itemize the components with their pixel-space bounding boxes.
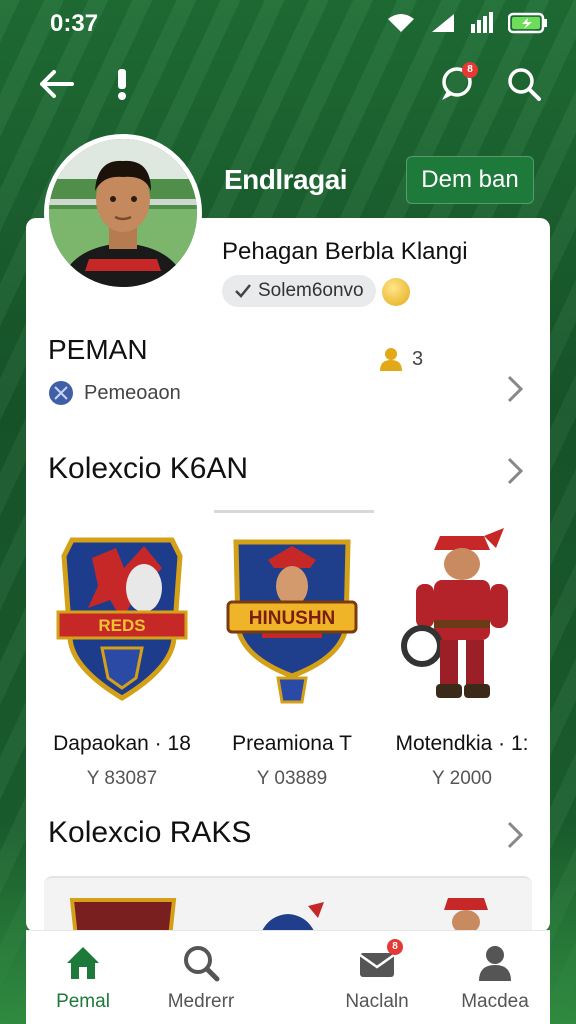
search-icon (508, 68, 541, 101)
crest-banner-text: HINUSHN (249, 608, 336, 629)
item-price: Y 83087 (86, 768, 158, 789)
home-icon (61, 941, 105, 985)
nav-label: Naclaln (345, 991, 409, 1012)
brand-title: Endlragai (224, 164, 348, 195)
check-icon (235, 284, 251, 298)
collection-1-items: REDS Dapaokan · 18 Y 83087 HINUSHN Pream… (26, 518, 550, 808)
item-price: Y 03889 (256, 768, 328, 789)
chat-button[interactable]: 8 (434, 62, 478, 106)
collection-2-header[interactable]: Kolexcio RAKS (26, 808, 550, 868)
arrow-left-icon (40, 70, 74, 98)
person-icon (380, 348, 402, 371)
nav-item-profile[interactable]: Macdea (440, 941, 550, 1013)
item-price: Y 2000 (432, 768, 492, 789)
nav-label: Medrerr (167, 991, 235, 1012)
exclamation-icon (118, 69, 126, 100)
pemain-count: 3 (378, 346, 423, 372)
search-icon (179, 941, 223, 985)
messages-badge: 8 (387, 939, 403, 955)
main-card: Pehagan Berbla Klangi Solem6onvo PEMAN 3… (26, 218, 550, 932)
profile-name: Pehagan Berbla Klangi (222, 238, 468, 265)
chevron-right-icon[interactable] (504, 374, 526, 404)
pemain-title: PEMAN (48, 334, 148, 365)
warrior-crest-icon: HINUSHN (226, 539, 358, 704)
signal-icon (432, 14, 454, 32)
pemain-count-value: 3 (412, 347, 424, 370)
item-label: Dapaokan · 18 (53, 732, 191, 755)
verified-chip[interactable]: Solem6onvo (222, 275, 376, 307)
coin-icon (382, 278, 410, 306)
battery-icon (508, 12, 547, 34)
mail-icon: 8 (355, 939, 403, 985)
eagle-crest-icon: REDS (56, 537, 188, 701)
alert-button[interactable] (100, 62, 144, 106)
globe-icon (49, 381, 73, 405)
collection-2-title: Kolexcio RAKS (48, 816, 252, 849)
nav-item-home[interactable]: Pemal (28, 941, 138, 1013)
collection-1-title: Kolexcio K6AN (48, 452, 249, 485)
chevron-right-icon (507, 821, 524, 849)
pemain-subtitle-text: Pemeoaon (84, 381, 181, 404)
pemain-subtitle: Pemeoaon (48, 380, 181, 406)
nav-label: Pemal (56, 991, 110, 1012)
status-time: 0:37 (50, 10, 99, 37)
header-action-button[interactable]: Dem ban (406, 156, 534, 204)
chip-label: Solem6onvo (258, 280, 364, 301)
nav-label: Macdea (461, 991, 529, 1012)
collection-1-header[interactable]: Kolexcio K6AN (26, 444, 550, 504)
crest-thumbnail-icon (69, 898, 177, 932)
item-label: Motendkia · 1: (395, 732, 529, 755)
chat-badge: 8 (462, 62, 478, 78)
chevron-right-icon (507, 457, 524, 485)
top-bar: 8 (0, 60, 576, 110)
wifi-icon (388, 14, 414, 32)
nav-item-search[interactable]: Medrerr (146, 941, 256, 1013)
search-button[interactable] (502, 62, 546, 106)
signal-2-icon (471, 12, 493, 33)
helmet-thumbnail-icon (261, 902, 324, 932)
profile-icon (473, 941, 517, 985)
crest-banner-text: REDS (98, 616, 145, 635)
item-label: Preamiona T (232, 732, 352, 755)
status-icons (386, 12, 548, 34)
knight-figure-icon (401, 528, 508, 698)
bottom-nav: Pemal Medrerr 8 Naclaln Macdea (26, 930, 550, 1024)
player-photo (49, 139, 197, 287)
knight-thumbnail-icon (444, 898, 488, 932)
profile-avatar[interactable] (44, 134, 202, 292)
status-bar: 0:37 (0, 0, 576, 52)
collection-2-preview[interactable] (44, 876, 532, 932)
nav-item-messages[interactable]: 8 Naclaln (322, 939, 432, 1013)
back-button[interactable] (34, 62, 78, 106)
carousel-indicator (214, 510, 374, 513)
